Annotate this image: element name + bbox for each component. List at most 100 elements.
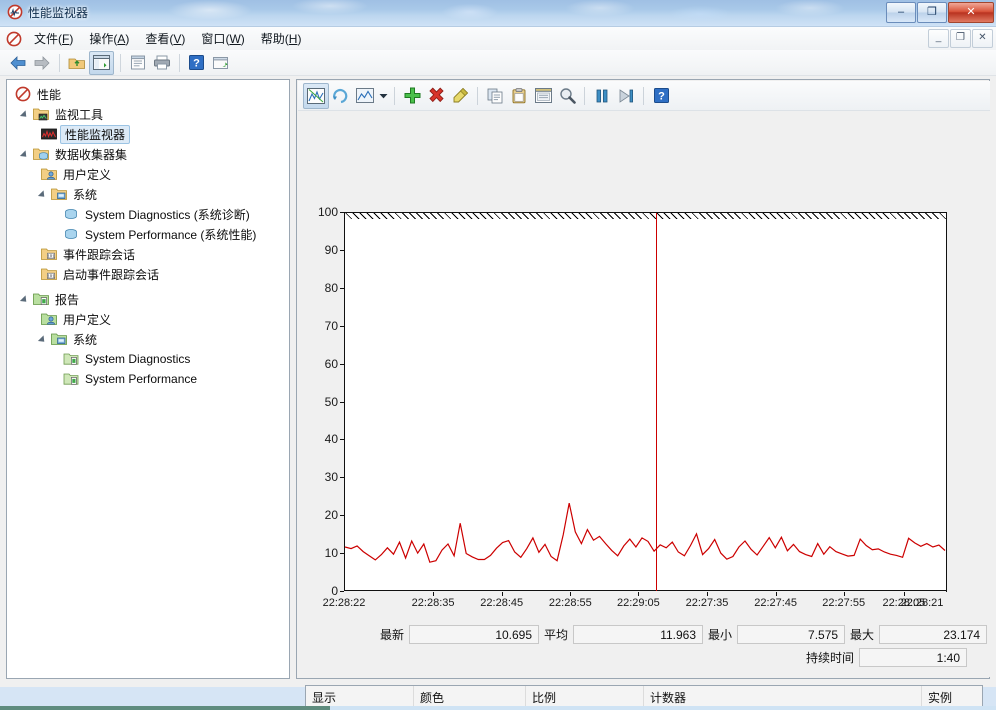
tree-item-label: 报告 xyxy=(55,292,80,307)
chevron-expanded-icon[interactable] xyxy=(19,107,33,121)
minimum-label: 最小 xyxy=(708,628,733,642)
sidebar-item-user-defined-report[interactable]: 用户定义 xyxy=(7,309,289,329)
back-icon[interactable] xyxy=(6,52,29,74)
chevron-expanded-icon[interactable] xyxy=(19,147,33,161)
x-axis-tick-mark xyxy=(433,592,435,596)
series-svg xyxy=(344,502,946,563)
zoom-icon[interactable] xyxy=(555,84,579,108)
chevron-expanded-icon[interactable] xyxy=(37,332,51,346)
x-axis-tick-label: 22:27:45 xyxy=(754,597,798,609)
toolbar-separator xyxy=(394,86,395,105)
collector-set-icon xyxy=(63,226,79,242)
view-current-activity-icon[interactable] xyxy=(329,84,353,108)
tree-item-label: 数据收集器集 xyxy=(55,147,128,162)
chevron-expanded-icon[interactable] xyxy=(19,292,33,306)
window-controls: – ❐ ✕ xyxy=(885,2,994,23)
y-axis-tick-mark xyxy=(340,401,344,403)
help-icon[interactable]: ? xyxy=(185,52,208,74)
x-axis-tick-label: 22:28:45 xyxy=(480,597,524,609)
print-icon[interactable] xyxy=(150,52,173,74)
legend-header-row: 显示 颜色 比例 计数器 实例 xyxy=(306,686,982,707)
sidebar-item-monitoring-tools[interactable]: 监视工具 xyxy=(7,104,289,124)
svg-text:?: ? xyxy=(658,91,665,103)
results-pane: ? 0 10 20 30 40 50 60 70 80 90 100 22:28:22 22:28:3… xyxy=(296,79,990,710)
change-graph-type-icon[interactable] xyxy=(353,84,377,108)
console-tree-pane[interactable]: 性能 监视工具 性能监视器 数据收集器集 用户定义 系统 System Diag… xyxy=(6,79,290,679)
menu-label: 操作 xyxy=(89,32,114,46)
legend-col-show[interactable]: 显示 xyxy=(306,686,414,706)
sidebar-item-system-diagnostics-collector[interactable]: System Diagnostics (系统诊断) xyxy=(7,204,289,224)
console-tree: 性能 监视工具 性能监视器 数据收集器集 用户定义 系统 System Diag… xyxy=(7,80,289,389)
system-folder-icon xyxy=(51,186,67,202)
menu-item-view[interactable]: 查看(V) xyxy=(137,27,193,50)
properties-icon[interactable] xyxy=(126,52,149,74)
mmc-client-area: 文件(F) 操作(A) 查看(V) 窗口(W) 帮助(H) _ ❐ ✕ ? 性能… xyxy=(0,26,996,710)
paste-counter-list-icon[interactable] xyxy=(507,84,531,108)
freeze-display-icon[interactable] xyxy=(590,84,614,108)
menu-item-action[interactable]: 操作(A) xyxy=(81,27,137,50)
menu-item-file[interactable]: 文件(F) xyxy=(26,27,81,50)
add-counter-icon[interactable] xyxy=(400,84,424,108)
perfmon-icon xyxy=(6,31,22,47)
view-graph-icon[interactable] xyxy=(303,82,329,109)
latest-value: 10.695 xyxy=(409,625,540,644)
sidebar-item-system-report[interactable]: 系统 xyxy=(7,329,289,349)
properties-icon[interactable] xyxy=(531,84,555,108)
mdi-restore-button[interactable]: ❐ xyxy=(950,29,971,48)
sidebar-item-system-performance-collector[interactable]: System Performance (系统性能) xyxy=(7,224,289,244)
minimize-button[interactable]: – xyxy=(886,2,916,23)
data-collector-sets-folder-icon xyxy=(33,146,49,162)
delete-counter-icon[interactable] xyxy=(424,84,448,108)
new-window-icon[interactable] xyxy=(209,52,232,74)
window-title-bar[interactable]: 性能监视器 – ❐ ✕ xyxy=(0,0,996,26)
collector-set-icon xyxy=(63,206,79,222)
time-cursor-line xyxy=(655,213,657,591)
tree-item-label: 监视工具 xyxy=(55,107,104,122)
show-console-tree-icon[interactable] xyxy=(89,50,114,75)
mdi-minimize-button[interactable]: _ xyxy=(928,29,949,48)
sidebar-item-data-collector-sets[interactable]: 数据收集器集 xyxy=(7,144,289,164)
forward-icon[interactable] xyxy=(30,52,53,74)
sidebar-item-user-defined-collector[interactable]: 用户定义 xyxy=(7,164,289,184)
toolbar-separator xyxy=(584,86,585,105)
performance-chart[interactable]: 0 10 20 30 40 50 60 70 80 90 100 22:28:22 22:28:35 2… xyxy=(298,111,990,621)
x-axis-tick-mark xyxy=(707,592,708,596)
menu-item-window[interactable]: 窗口(W) xyxy=(193,27,252,50)
sidebar-item-system-diagnostics-report[interactable]: System Diagnostics xyxy=(7,349,289,369)
legend-col-instance[interactable]: 实例 xyxy=(922,686,982,706)
maximize-button[interactable]: ❐ xyxy=(917,2,947,23)
maximum-value: 23.174 xyxy=(879,625,988,644)
x-axis-tick-label: 22:27:35 xyxy=(685,597,729,609)
legend-col-counter[interactable]: 计数器 xyxy=(644,686,922,706)
menu-item-help[interactable]: 帮助(H) xyxy=(253,27,310,50)
menu-accel: V xyxy=(173,32,182,46)
tree-root-performance[interactable]: 性能 xyxy=(7,84,289,104)
sidebar-item-system-performance-report[interactable]: System Performance xyxy=(7,369,289,389)
performance-monitor-icon xyxy=(41,126,57,142)
sidebar-item-performance-monitor[interactable]: 性能监视器 xyxy=(7,124,289,144)
mdi-window-controls: _ ❐ ✕ xyxy=(927,29,993,48)
mdi-close-button[interactable]: ✕ xyxy=(972,29,993,48)
x-axis-tick-mark xyxy=(843,592,845,596)
chevron-down-icon[interactable] xyxy=(377,85,389,107)
copy-properties-icon[interactable] xyxy=(483,84,507,108)
sidebar-item-event-trace-sessions[interactable]: 101 事件跟踪会话 xyxy=(7,244,289,264)
chevron-expanded-icon[interactable] xyxy=(37,187,51,201)
legend-col-color[interactable]: 颜色 xyxy=(414,686,526,706)
toolbar-separator xyxy=(477,86,478,105)
up-folder-icon[interactable] xyxy=(65,52,88,74)
legend-col-scale[interactable]: 比例 xyxy=(526,686,644,706)
sidebar-item-system-collector[interactable]: 系统 xyxy=(7,184,289,204)
y-axis-tick-mark xyxy=(340,287,344,289)
sidebar-item-startup-event-trace-sessions[interactable]: 101 启动事件跟踪会话 xyxy=(7,264,289,284)
update-data-icon[interactable] xyxy=(614,84,638,108)
menu-label: 文件 xyxy=(34,32,59,46)
highlight-icon[interactable] xyxy=(448,84,472,108)
x-axis-tick-label: 22:27:55 xyxy=(822,597,866,609)
sidebar-item-reports[interactable]: 报告 xyxy=(7,289,289,309)
statistics-bar: 最新 10.695 平均 11.963 最小 7.575 最大 23.174 持… xyxy=(298,621,990,677)
help-icon[interactable]: ? xyxy=(649,84,673,108)
close-button[interactable]: ✕ xyxy=(948,2,994,23)
y-axis-tick-mark xyxy=(340,591,344,592)
x-axis-tick-mark xyxy=(570,592,572,596)
